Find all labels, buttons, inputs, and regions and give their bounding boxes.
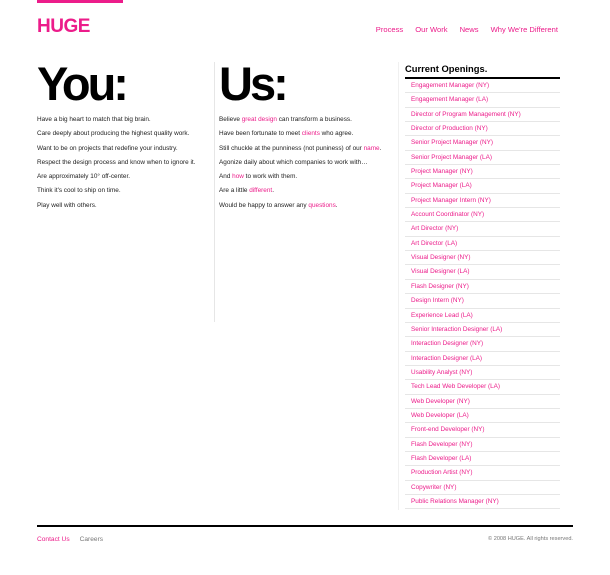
job-opening-item[interactable]: Visual Designer (LA) — [405, 265, 560, 280]
job-opening-item[interactable]: Flash Developer (NY) — [405, 438, 560, 452]
job-opening-item[interactable]: Production Artist (NY) — [405, 466, 560, 481]
you-heading: You: — [37, 57, 129, 110]
job-opening-item[interactable]: Public Relations Manager (NY) — [405, 495, 560, 510]
job-opening-item[interactable]: Experience Lead (LA) — [405, 309, 560, 323]
us-line: Would be happy to answer any questions. — [219, 201, 338, 209]
top-accent-bar — [37, 0, 123, 3]
job-opening-item[interactable]: Design Intern (NY) — [405, 294, 560, 309]
you-line: Play well with others. — [37, 201, 97, 209]
job-opening-item[interactable]: Project Manager (NY) — [405, 165, 560, 180]
job-opening-item[interactable]: Director of Program Management (NY) — [405, 108, 560, 123]
us-line: Are a little different. — [219, 187, 274, 195]
nav-item-our-work[interactable]: Our Work — [415, 25, 447, 34]
openings-divider — [398, 62, 399, 510]
job-opening-item[interactable]: Senior Project Manager (NY) — [405, 136, 560, 151]
name-link[interactable]: name — [364, 145, 380, 152]
job-opening-item[interactable]: Senior Project Manager (LA) — [405, 151, 560, 166]
column-divider — [214, 62, 215, 322]
how-link[interactable]: how — [232, 173, 244, 180]
main-nav: Process Our Work News Why We're Differen… — [376, 25, 558, 34]
job-opening-item[interactable]: Interaction Designer (NY) — [405, 337, 560, 352]
huge-logo[interactable]: HUGE — [37, 16, 90, 38]
job-opening-item[interactable]: Flash Designer (NY) — [405, 280, 560, 295]
great-design-link[interactable]: great design — [242, 116, 277, 123]
nav-item-why-different[interactable]: Why We're Different — [491, 25, 558, 34]
questions-link[interactable]: questions — [308, 202, 335, 209]
job-opening-item[interactable]: Art Director (LA) — [405, 237, 560, 252]
job-opening-item[interactable]: Web Developer (LA) — [405, 409, 560, 424]
footer-careers-link[interactable]: Careers — [80, 536, 103, 543]
job-opening-item[interactable]: Project Manager (LA) — [405, 179, 560, 194]
job-opening-item[interactable]: Copywriter (NY) — [405, 481, 560, 495]
different-link[interactable]: different — [249, 187, 272, 194]
us-line: Still chuckle at the punniness (not puni… — [219, 144, 382, 152]
us-lines: Believe great design can transform a bus… — [219, 116, 397, 216]
footer-rule — [37, 525, 573, 527]
us-line: Believe great design can transform a bus… — [219, 116, 352, 123]
job-list: Engagement Manager (NY) Engagement Manage… — [405, 79, 560, 510]
you-line: Respect the design process and know when… — [37, 158, 196, 166]
job-opening-item[interactable]: Flash Developer (LA) — [405, 452, 560, 467]
footer-nav: Contact Us Careers — [37, 536, 103, 543]
us-line: Have been fortunate to meet clients who … — [219, 130, 354, 138]
job-opening-item[interactable]: Interaction Designer (LA) — [405, 352, 560, 366]
us-line: And how to work with them. — [219, 173, 298, 181]
you-lines: Have a big heart to match that big brain… — [37, 116, 213, 216]
us-line: Agonize daily about which companies to w… — [219, 158, 368, 166]
you-line: Care deeply about producing the highest … — [37, 130, 190, 138]
job-opening-item[interactable]: Visual Designer (NY) — [405, 251, 560, 266]
nav-item-process[interactable]: Process — [376, 25, 403, 34]
job-opening-item[interactable]: Engagement Manager (NY) — [405, 79, 560, 94]
you-line: Want to be on projects that redefine you… — [37, 144, 178, 152]
you-line: Think it's cool to ship on time. — [37, 187, 121, 195]
you-line: Are approximately 10° off-center. — [37, 173, 131, 181]
job-opening-item[interactable]: Tech Lead Web Developer (LA) — [405, 380, 560, 395]
job-opening-item[interactable]: Director of Production (NY) — [405, 122, 560, 137]
job-opening-item[interactable]: Account Coordinator (NY) — [405, 208, 560, 223]
openings-title: Current Openings. — [405, 63, 560, 79]
job-opening-item[interactable]: Art Director (NY) — [405, 222, 560, 237]
us-column: Us: Believe great design can transform a… — [219, 57, 397, 216]
current-openings-panel: Current Openings. Engagement Manager (NY… — [405, 63, 560, 510]
job-opening-item[interactable]: Senior Interaction Designer (LA) — [405, 323, 560, 338]
clients-link[interactable]: clients — [302, 130, 320, 137]
nav-item-news[interactable]: News — [460, 25, 479, 34]
you-line: Have a big heart to match that big brain… — [37, 116, 151, 123]
you-column: You: Have a big heart to match that big … — [37, 57, 213, 216]
job-opening-item[interactable]: Project Manager Intern (NY) — [405, 194, 560, 209]
job-opening-item[interactable]: Usability Analyst (NY) — [405, 366, 560, 381]
job-opening-item[interactable]: Front-end Developer (NY) — [405, 423, 560, 438]
copyright: © 2008 HUGE. All rights reserved. — [488, 536, 573, 542]
job-opening-item[interactable]: Engagement Manager (LA) — [405, 93, 560, 108]
us-heading: Us: — [219, 57, 289, 110]
footer-contact-link[interactable]: Contact Us — [37, 536, 70, 543]
job-opening-item[interactable]: Web Developer (NY) — [405, 395, 560, 409]
